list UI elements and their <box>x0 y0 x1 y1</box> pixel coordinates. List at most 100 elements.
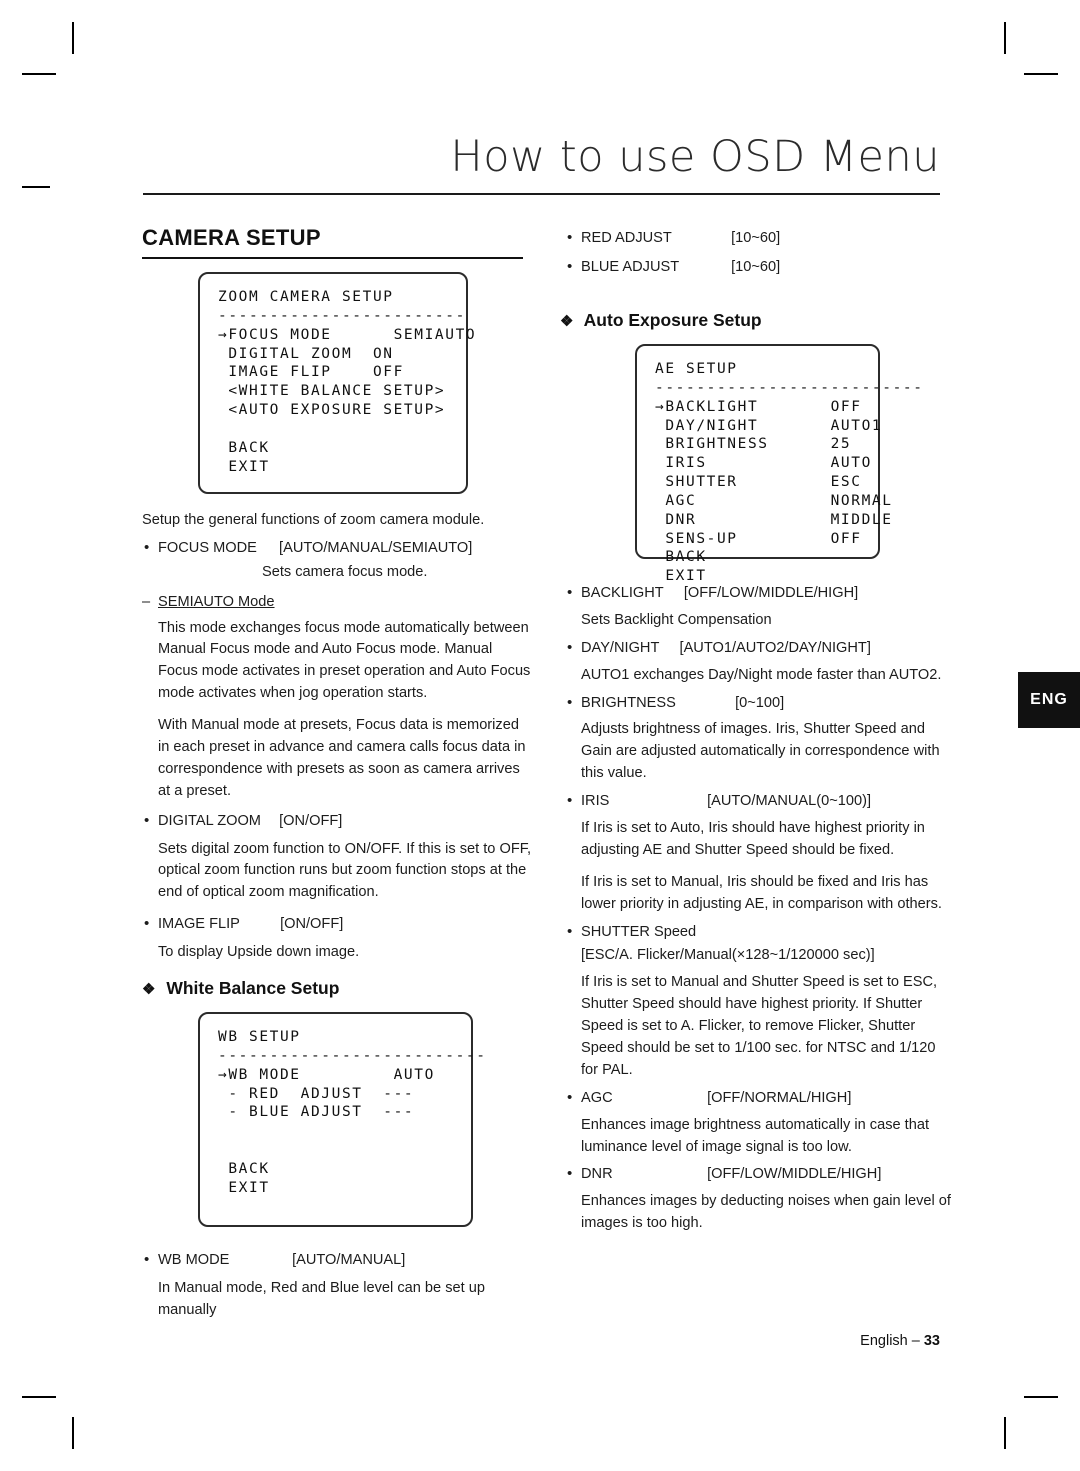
osd-ae-line-back: BACK <box>655 549 707 566</box>
dnr-value: [OFF/LOW/MIDDLE/HIGH] <box>707 1166 882 1183</box>
osd-ae-line-backlight: →BACKLIGHT OFF <box>655 398 862 415</box>
osd-ae-line-day-night: DAY/NIGHT AUTO1 <box>655 417 883 434</box>
focus-mode-value: [AUTO/MANUAL/SEMIAUTO] <box>279 539 473 556</box>
osd-wb-spacer-2 <box>218 1141 453 1160</box>
osd-spacer <box>218 420 448 439</box>
semiauto-heading-text: SEMIAUTO Mode <box>158 593 275 610</box>
osd-wb-line-back: BACK <box>218 1160 270 1177</box>
crop-mark-left-mid <box>22 186 50 188</box>
crop-mark-tl-h <box>22 73 56 75</box>
bullet-brightness: BRIGHTNESS [0~100] <box>565 692 955 715</box>
osd-ae-line-iris: IRIS AUTO <box>655 455 872 472</box>
osd-wb-line-exit: EXIT <box>218 1179 270 1196</box>
semiauto-heading: SEMIAUTO Mode <box>142 592 532 614</box>
blue-adjust-value: [10~60] <box>731 258 781 275</box>
diamond-icon-2: ❖ <box>560 313 574 330</box>
crop-mark-tl-v <box>72 22 74 54</box>
crop-mark-bl-v <box>72 1417 74 1449</box>
blue-adjust-label: BLUE ADJUST <box>581 258 680 275</box>
osd-wb-line-red-adjust: - RED ADJUST --- <box>218 1085 415 1102</box>
osd-ae-divider: -------------------------- <box>655 379 924 396</box>
section-divider <box>142 257 523 259</box>
bullet-agc: AGC [OFF/NORMAL/HIGH] <box>565 1087 955 1110</box>
osd-wb-line-mode: →WB MODE AUTO <box>218 1066 435 1083</box>
page-title: How to use OSD Menu <box>450 132 940 182</box>
wb-mode-desc: In Manual mode, Red and Blue level can b… <box>158 1279 485 1318</box>
osd-line-auto-exposure-setup: <AUTO EXPOSURE SETUP> <box>218 402 446 419</box>
osd-zoom-camera-setup: ZOOM CAMERA SETUP ----------------------… <box>198 272 477 494</box>
digital-zoom-value: [ON/OFF] <box>279 812 343 829</box>
osd-line-exit: EXIT <box>218 458 270 475</box>
crop-mark-bl-h <box>22 1396 56 1398</box>
wb-mode-block: WB MODE [AUTO/MANUAL] In Manual mode, Re… <box>142 1249 532 1326</box>
shutter-value: [ESC/A. Flicker/Manual(×128~1/120000 sec… <box>581 947 875 964</box>
agc-desc: Enhances image brightness automatically … <box>581 1116 930 1155</box>
brightness-label: BRIGHTNESS <box>581 694 676 711</box>
osd-line-focus-mode: →FOCUS MODE SEMIAUTO <box>218 326 477 343</box>
bullet-digital-zoom: DIGITAL ZOOM [ON/OFF] <box>142 810 532 833</box>
osd-wb-title: WB SETUP <box>218 1029 301 1045</box>
osd-ae-line-dnr: DNR MIDDLE <box>655 511 893 528</box>
osd-divider: ------------------------ <box>218 307 466 324</box>
header-divider <box>143 193 940 195</box>
right-column-top: RED ADJUST [10~60] BLUE ADJUST [10~60] <box>565 227 955 281</box>
bullet-focus-mode: FOCUS MODE [AUTO/MANUAL/SEMIAUTO] <box>142 537 532 560</box>
iris-desc-1: If Iris is set to Auto, Iris should have… <box>581 820 925 858</box>
image-flip-value: [ON/OFF] <box>280 916 344 933</box>
day-night-value: [AUTO1/AUTO2/DAY/NIGHT] <box>679 639 871 656</box>
footer-page-number: 33 <box>923 1333 940 1349</box>
backlight-value: [OFF/LOW/MIDDLE/HIGH] <box>683 585 859 601</box>
osd-ae-line-shutter: SHUTTER ESC <box>655 474 862 491</box>
white-balance-subheading: ❖ White Balance Setup <box>142 978 339 999</box>
osd-line-white-balance-setup: <WHITE BALANCE SETUP> <box>218 383 446 400</box>
focus-mode-label: FOCUS MODE <box>158 539 257 556</box>
backlight-label: BACKLIGHT <box>581 585 664 601</box>
osd-ae-title: AE SETUP <box>655 361 738 377</box>
crop-mark-tr-v <box>1004 22 1006 54</box>
footer-language: English – <box>860 1333 924 1349</box>
day-night-label: DAY/NIGHT <box>581 639 660 656</box>
osd-wb-setup: WB SETUP -------------------------- →WB … <box>198 1012 487 1227</box>
digital-zoom-label: DIGITAL ZOOM <box>158 812 261 829</box>
diamond-icon: ❖ <box>142 981 156 998</box>
bullet-wb-mode: WB MODE [AUTO/MANUAL] <box>142 1249 532 1272</box>
osd-wb-spacer-1 <box>218 1122 453 1141</box>
backlight-desc: Sets Backlight Compensation <box>581 611 772 628</box>
section-heading: CAMERA SETUP <box>142 225 321 250</box>
bullet-shutter: SHUTTER Speed <box>565 921 955 944</box>
agc-label: AGC <box>581 1089 613 1106</box>
bullet-iris: IRIS [AUTO/MANUAL(0~100)] <box>565 790 955 813</box>
bullet-backlight: BACKLIGHT [OFF/LOW/MIDDLE/HIGH] <box>565 582 955 605</box>
page-footer: English – 33 <box>860 1333 940 1349</box>
red-adjust-value: [10~60] <box>731 230 781 246</box>
osd-ae-setup: AE SETUP -------------------------- →BAC… <box>635 344 924 584</box>
bullet-blue-adjust: BLUE ADJUST [10~60] <box>565 256 955 279</box>
osd-line-digital-zoom: DIGITAL ZOOM ON <box>218 345 394 362</box>
image-flip-label: IMAGE FLIP <box>158 916 240 933</box>
osd-line-back: BACK <box>218 439 270 456</box>
intro-text: Setup the general functions of zoom came… <box>142 512 485 528</box>
language-tab-eng: ENG <box>1018 672 1080 728</box>
bullet-image-flip: IMAGE FLIP [ON/OFF] <box>142 913 532 936</box>
dnr-desc: Enhances images by deducting noises when… <box>581 1193 951 1232</box>
brightness-value: [0~100] <box>735 694 785 711</box>
osd-ae-line-agc: AGC NORMAL <box>655 492 893 509</box>
image-flip-desc: To display Upside down image. <box>158 944 360 961</box>
wb-mode-label: WB MODE <box>158 1252 230 1268</box>
crop-mark-br-h <box>1024 1396 1058 1398</box>
osd-wb-divider: -------------------------- <box>218 1047 487 1064</box>
document-page: How to use OSD Menu CAMERA SETUP ZOOM CA… <box>0 0 1080 1471</box>
crop-mark-tr-h <box>1024 73 1058 75</box>
osd-ae-line-brightness: BRIGHTNESS 25 <box>655 436 852 453</box>
iris-label: IRIS <box>581 793 610 810</box>
right-column-body: BACKLIGHT [OFF/LOW/MIDDLE/HIGH] Sets Bac… <box>565 582 955 1239</box>
brightness-desc: Adjusts brightness of images. Iris, Shut… <box>581 721 940 782</box>
bullet-day-night: DAY/NIGHT [AUTO1/AUTO2/DAY/NIGHT] <box>565 637 955 660</box>
digital-zoom-desc: Sets digital zoom function to ON/OFF. If… <box>158 840 532 901</box>
day-night-desc: AUTO1 exchanges Day/Night mode faster th… <box>581 666 942 683</box>
left-column-text: Setup the general functions of zoom came… <box>142 510 532 968</box>
shutter-label: SHUTTER Speed <box>581 923 697 940</box>
auto-exposure-subheading-text: Auto Exposure Setup <box>583 310 762 330</box>
osd-ae-line-sens-up: SENS-UP OFF <box>655 530 862 547</box>
bullet-red-adjust: RED ADJUST [10~60] <box>565 227 955 250</box>
